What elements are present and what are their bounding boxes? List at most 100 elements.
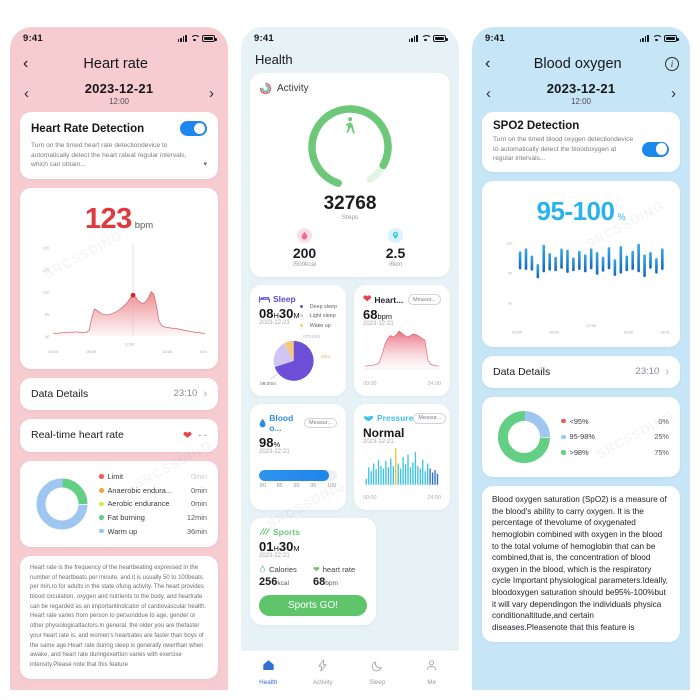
activity-title: Activity: [277, 83, 309, 94]
heart-rate-zone-legend: Limit 0min Anaerobic endura... 0min Aerobic …: [99, 470, 207, 538]
sleep-legend: Deep sleep Light sleep Wake up: [300, 304, 337, 332]
heart-mini-chart: [364, 330, 440, 370]
legend-color-dot: [300, 323, 304, 327]
spo2-distribution-donut: [498, 410, 550, 463]
svg-text:95: 95: [508, 270, 512, 275]
realtime-heart-rate-row[interactable]: Real-time heart rate ❤ - -: [20, 418, 218, 452]
svg-text:40: 40: [45, 334, 50, 339]
legend-value: 0%: [658, 416, 669, 426]
scroll-body-hr[interactable]: Heart Rate Detection Turn on the timed h…: [10, 112, 228, 690]
heart-icon: ❤: [313, 564, 320, 574]
legend-color-dot: [99, 501, 104, 507]
activity-ring-icon: [259, 82, 272, 95]
data-details-row-ox[interactable]: Data Details 23:10 ›: [482, 355, 680, 388]
realtime-value: - -: [198, 429, 207, 441]
pressure-mini-axis: 00:00 24:00: [363, 495, 441, 501]
sleep-legend-item: Wake up: [300, 323, 337, 330]
heart-rate-zone-donut: [36, 478, 88, 530]
legend-item: Limit 0min: [99, 470, 207, 484]
person-icon: [405, 659, 460, 677]
date-next-icon[interactable]: ›: [209, 85, 214, 102]
screenshot-canvas: 9:41 ‹ Heart rate ‹ 2023-12-21 12:00 › H…: [0, 0, 700, 700]
legend-label: Fat burning: [107, 512, 145, 522]
realtime-label: Real-time heart rate: [31, 429, 124, 442]
heart-measure-button[interactable]: Measur...: [407, 294, 441, 305]
sleep-pie-chart: [270, 340, 314, 381]
sports-title: Sports: [273, 526, 300, 537]
legend-label: Light sleep: [309, 313, 336, 320]
sports-go-button[interactable]: Sports GO!: [259, 594, 367, 616]
oxygen-scale: 80 85 90 95 100: [259, 483, 337, 489]
oxygen-mini-header: Blood o... Measur...: [259, 413, 337, 433]
heart-mini-card[interactable]: ❤ Heart... Measur... 68bpm 2023-12-21 00…: [354, 285, 450, 396]
legend-value: 0min: [190, 472, 207, 482]
scroll-body-health[interactable]: Activity 32768 Steps 200 /500kcal 2.5 /6…: [241, 73, 459, 690]
tab-sleep[interactable]: Sleep: [350, 659, 405, 686]
scale-tick: 90: [293, 483, 300, 489]
spo2-chart[interactable]: 100 95 90 00:00 06:00 12:00 18:00 00:00: [493, 229, 669, 338]
tab-label: Me: [427, 678, 437, 686]
sports-date: 2023-12-21: [259, 552, 290, 559]
pressure-mini-card[interactable]: Pressure Measur... Normal 2023-12-21 00:…: [354, 404, 450, 510]
sleep-card[interactable]: Sleep 08H30M 2023-12-21 Deep sleep Light …: [250, 285, 346, 396]
chevron-right-icon[interactable]: ›: [203, 388, 207, 400]
axis-start: 00:00: [363, 494, 377, 501]
heart-rate-chart-card: 123 bpm 220 175 130 85 40 00:00 06:00 12:00 18:00…: [20, 187, 218, 369]
spo2-article-text: Blood oxygen saturation (SpO2) is a meas…: [492, 494, 668, 632]
walking-person-icon: [345, 117, 355, 134]
sleep-title-group: Sleep: [259, 294, 296, 304]
legend-color-dot: [300, 314, 304, 318]
steps-progress-ring: [308, 105, 392, 189]
axis-end: 24:00: [427, 494, 442, 501]
legend-item: Fat burning 12min: [99, 511, 207, 525]
activity-card[interactable]: Activity 32768 Steps 200 /500kcal 2.5 /6…: [250, 73, 450, 277]
date-center: 2023-12-21 12:00: [491, 81, 671, 106]
activity-title-row: Activity: [259, 82, 441, 95]
date-next-icon[interactable]: ›: [671, 85, 676, 102]
legend-label: Warm up: [107, 526, 138, 536]
flame-icon: [259, 565, 266, 573]
legend-item: Anaerobic endura... 0min: [99, 484, 207, 498]
sleep-pie-label-b: 25m: [321, 354, 331, 360]
legend-item: Aerobic endurance 0min: [99, 497, 207, 511]
tab-me[interactable]: Me: [405, 659, 460, 686]
back-icon[interactable]: ‹: [483, 55, 490, 73]
heart-rate-unit: bpm: [134, 219, 154, 231]
distance-target: /6km: [388, 261, 403, 268]
bottom-tab-bar[interactable]: Health Activity Sleep Me: [241, 650, 459, 690]
heart-mini-title: Heart...: [374, 294, 404, 305]
tab-health[interactable]: Health: [241, 659, 296, 686]
data-details-row-hr[interactable]: Data Details 23:10 ›: [20, 377, 218, 410]
tab-activity[interactable]: Activity: [296, 659, 351, 686]
droplet-icon: [259, 418, 266, 428]
detection-title: Heart Rate Detection: [31, 122, 145, 135]
calories-metric: 200 /500kcal: [259, 227, 350, 268]
legend-color-dot: [99, 515, 104, 520]
battery-full-icon: [202, 34, 217, 42]
chevron-down-icon[interactable]: ▾: [203, 160, 207, 170]
date-selector-ox: ‹ 2023-12-21 12:00 ›: [472, 79, 690, 112]
heart-mini-axis: 00:00 24:00: [363, 381, 441, 387]
status-time: 9:41: [254, 32, 274, 44]
chevron-right-icon[interactable]: ›: [665, 366, 669, 378]
blood-oxygen-mini-card[interactable]: Blood o... Measur... 98% 2023-12-21 80 85…: [250, 404, 346, 510]
axis-end: 24:00: [427, 381, 442, 387]
sports-hr-unit: bpm: [325, 579, 338, 587]
legend-label: 95-98%: [569, 432, 595, 442]
pressure-measure-button[interactable]: Measur...: [413, 413, 447, 424]
back-icon[interactable]: ‹: [21, 55, 28, 73]
spo2-value: 95-100: [536, 195, 615, 226]
location-pin-icon: [388, 228, 403, 243]
status-bar-health: 9:41: [241, 27, 459, 49]
signal-bars-icon: [639, 34, 649, 42]
info-circle-icon[interactable]: i: [665, 57, 679, 71]
detection-toggle[interactable]: [180, 121, 207, 136]
scroll-body-ox[interactable]: SPO2 Detection Turn on the timed blood o…: [472, 112, 690, 690]
heart-rate-chart[interactable]: 220 175 130 85 40 00:00 06:00 12:00 18:00 00:00: [31, 238, 207, 360]
legend-color-dot: [99, 528, 104, 534]
spo2-detection-toggle[interactable]: [642, 141, 669, 157]
health-page-title: Health: [255, 52, 293, 67]
heart-rate-zones-card: Limit 0min Anaerobic endura... 0min Aerobic …: [20, 460, 218, 547]
oxygen-measure-button[interactable]: Measur...: [303, 417, 337, 429]
sports-card[interactable]: Sports 01H30M 2023-12-21 Calories 256kca…: [250, 517, 376, 625]
